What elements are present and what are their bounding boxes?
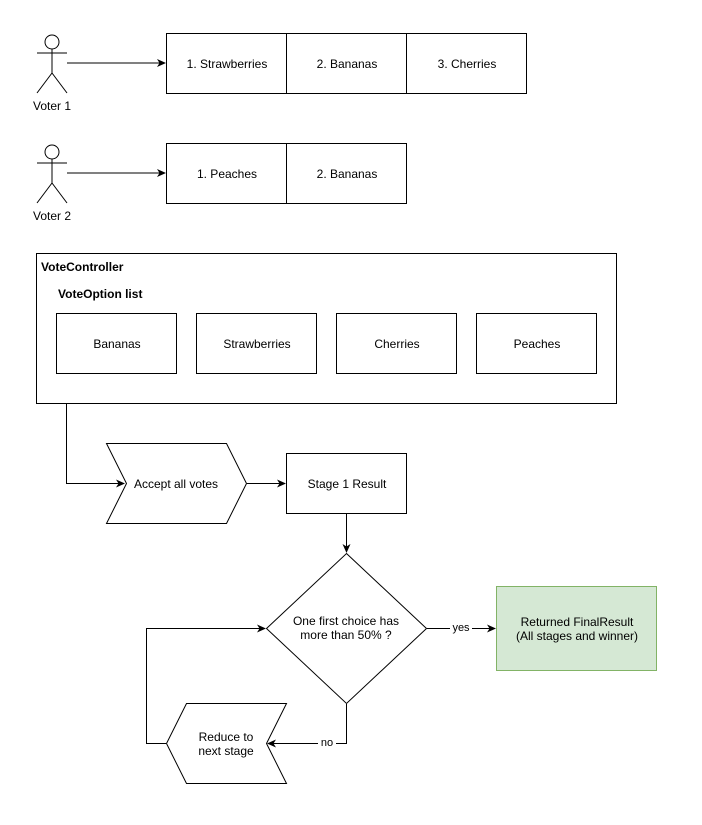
vote-option-4: Peaches xyxy=(513,337,561,351)
vote-option-2: Strawberries xyxy=(223,337,291,351)
voter-1-actor-icon xyxy=(36,34,68,94)
vote-option-list-title: VoteOption list xyxy=(58,287,143,301)
yes-label: yes xyxy=(450,622,472,634)
no-label: no xyxy=(318,737,336,749)
vote-controller-title: VoteController xyxy=(41,260,124,274)
vote-option-3: Cherries xyxy=(374,337,420,351)
voter-1-choice-3: 3. Cherries xyxy=(437,57,497,71)
voter-1-choice-1: 1. Strawberries xyxy=(186,57,268,71)
voter-2-choice-1: 1. Peaches xyxy=(196,167,258,181)
voter-1-choice-2: 2. Bananas xyxy=(316,57,378,71)
voter-1-label: Voter 1 xyxy=(32,99,72,113)
final-result-line2: (All stages and winner) xyxy=(515,629,639,643)
decision-label: One first choice has more than 50% ? xyxy=(292,614,400,642)
diagram-canvas xyxy=(36,33,657,784)
voter-2-choice-2: 2. Bananas xyxy=(316,167,378,181)
final-result-text: Returned FinalResult (All stages and win… xyxy=(497,587,657,671)
vote-option-1: Bananas xyxy=(93,337,141,351)
stage1-result-label: Stage 1 Result xyxy=(307,477,387,491)
voter-2-label: Voter 2 xyxy=(32,209,72,223)
voter-2-actor-icon xyxy=(36,144,68,204)
reduce-stage-label: Reduce to next stage xyxy=(198,730,254,758)
final-result-line1: Returned FinalResult xyxy=(520,615,634,629)
accept-votes-label: Accept all votes xyxy=(133,477,219,491)
